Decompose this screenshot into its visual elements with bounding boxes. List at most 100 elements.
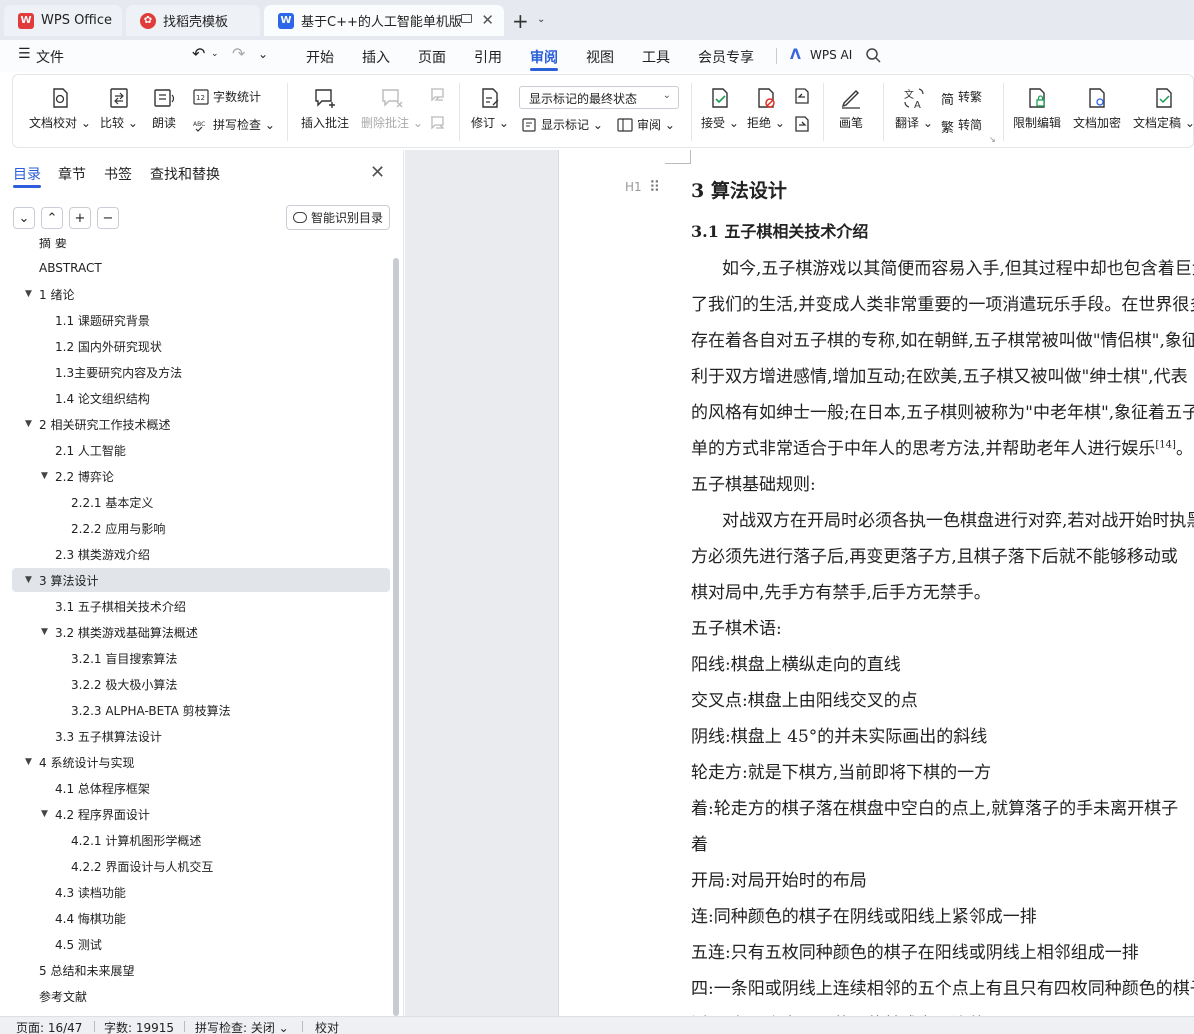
tab-document[interactable]: W 基于C++的人工智能单机版棋类游戏设计与实现 ✕: [264, 5, 504, 36]
paragraph-line[interactable]: 了我们的生活,并变成人类非常重要的一项消遣玩乐手段。在世界很多国家和地区: [691, 290, 1194, 315]
menu-home[interactable]: 开始: [306, 47, 334, 67]
toc-item[interactable]: 4.1 总体程序框架: [55, 776, 150, 800]
smart-toc-button[interactable]: 智能识别目录: [286, 205, 390, 230]
toc-item[interactable]: 摘 要: [39, 238, 67, 254]
document-page[interactable]: H1 ⠿ 3 算法设计 3.1 五子棋相关技术介绍 如今,五子棋游戏以其简便而容易入…: [558, 150, 1194, 1016]
toc-item[interactable]: 1.2 国内外研究现状: [55, 334, 162, 358]
read-aloud-button[interactable]: 朗读: [152, 86, 176, 131]
tab-templates[interactable]: ✿ 找稻壳模板: [126, 5, 260, 36]
doc-proofread-button[interactable]: 文档校对 ⌄: [29, 86, 91, 131]
menu-file[interactable]: 文件: [36, 47, 64, 67]
word-count-indicator[interactable]: 字数: 19915: [104, 1019, 174, 1034]
pane-tab-chapters[interactable]: 章节: [58, 164, 86, 184]
menu-insert[interactable]: 插入: [362, 47, 390, 67]
paragraph-line[interactable]: 四:一条阳或阴线上连续相邻的五个点上有且只有四枚同种颜色的棋子: [691, 974, 1194, 999]
menu-review[interactable]: 审阅: [530, 47, 558, 67]
more-chevron-icon[interactable]: ⌄: [258, 47, 268, 61]
toc-item[interactable]: 4.2 程序界面设计: [55, 802, 150, 826]
paragraph-line[interactable]: 如今,五子棋游戏以其简便而容易入手,但其过程中却也包含着巨大的变化,逐渐: [722, 254, 1194, 279]
paragraph-line[interactable]: 着:轮走方的棋子落在棋盘中空白的点上,就算落子的手未离开棋子: [691, 794, 1178, 819]
paragraph-line[interactable]: 连:同种颜色的棋子在阴线或阳线上紧邻成一排: [691, 902, 1037, 927]
paragraph-line[interactable]: 对战双方在开局时必须各执一色棋盘进行对弈,若对战开始时执黑: [722, 506, 1194, 531]
toc-item[interactable]: 3.3 五子棋算法设计: [55, 724, 162, 748]
paragraph-line[interactable]: 存在着各自对五子棋的专称,如在朝鲜,五子棋常被叫做"情侣棋",象征着: [691, 326, 1194, 351]
toc-item[interactable]: 2.2.1 基本定义: [71, 490, 153, 514]
toc-item[interactable]: 3.2.1 盲目搜索算法: [71, 646, 177, 670]
expand-caret-icon[interactable]: ▼: [25, 757, 32, 767]
close-tab-icon[interactable]: ✕: [481, 11, 494, 29]
expand-caret-icon[interactable]: ▼: [25, 419, 32, 429]
expand-down-button[interactable]: ⌄: [13, 207, 35, 229]
toc-item[interactable]: 4 系统设计与实现: [39, 750, 134, 774]
monitor-icon[interactable]: [461, 14, 472, 23]
paragraph-line[interactable]: 着: [691, 830, 708, 855]
next-revision-icon[interactable]: [793, 115, 811, 133]
paragraph-line[interactable]: 棋对局中,先手方有禁手,后手方无禁手。: [691, 578, 991, 603]
toc-item[interactable]: 4.5 测试: [55, 932, 102, 956]
expand-caret-icon[interactable]: ▼: [25, 289, 32, 299]
collapse-up-button[interactable]: ⌃: [41, 207, 63, 229]
page-indicator[interactable]: 页面: 16/47: [16, 1019, 82, 1034]
toc-item[interactable]: 3.2 棋类游戏基础算法概述: [55, 620, 198, 644]
search-icon[interactable]: [865, 47, 881, 63]
expand-caret-icon[interactable]: ▼: [41, 471, 48, 481]
paragraph-line[interactable]: 的风格有如绅士一般;在日本,五子棋则被称为"中老年棋",象征着五子棋: [691, 398, 1194, 423]
toc-item[interactable]: 5 总结和未来展望: [39, 958, 134, 982]
toc-item[interactable]: 1 绪论: [39, 282, 74, 306]
word-count-button[interactable]: 12 字数统计: [193, 88, 261, 105]
pen-button[interactable]: 画笔: [839, 86, 863, 131]
paragraph-line[interactable]: 五连:只有五枚同种颜色的棋子在阳线或阴线上相邻组成一排: [691, 938, 1139, 963]
paragraph-line[interactable]: 阳线:棋盘上横纵走向的直线: [691, 650, 901, 675]
heading-2[interactable]: 3 算法设计: [691, 176, 787, 203]
toc-item[interactable]: 1.3主要研究内容及方法: [55, 360, 182, 384]
pane-tab-find-replace[interactable]: 查找和替换: [150, 164, 220, 184]
toc-item[interactable]: 3.2.3 ALPHA-BETA 剪枝算法: [71, 698, 231, 722]
previous-comment-icon[interactable]: [429, 87, 447, 105]
toc-item[interactable]: 2 相关研究工作技术概述: [39, 412, 170, 436]
revise-button[interactable]: 修订 ⌄: [471, 86, 509, 131]
pane-tab-toc[interactable]: 目录: [13, 164, 41, 184]
show-markup-button[interactable]: 显示标记 ⌄: [521, 116, 603, 133]
toc-item[interactable]: 1.4 论文组织结构: [55, 386, 150, 410]
heading-level-icon[interactable]: H1: [625, 180, 642, 194]
toc-item[interactable]: 4.4 悔棋功能: [55, 906, 126, 930]
pane-tab-bookmarks[interactable]: 书签: [104, 164, 132, 184]
add-heading-button[interactable]: +: [69, 207, 91, 229]
paragraph-line[interactable]: 单的方式非常适合于中年人的思考方法,并帮助老年人进行娱乐[14]。: [691, 434, 1193, 459]
toc-item[interactable]: 参考文献: [39, 984, 87, 1008]
drag-handle-icon[interactable]: ⠿: [649, 178, 660, 196]
review-pane-button[interactable]: 审阅 ⌄: [617, 116, 675, 133]
tab-wps-office[interactable]: W WPS Office: [4, 5, 122, 36]
accept-button[interactable]: 接受 ⌄: [701, 86, 739, 131]
insert-comment-button[interactable]: 插入批注: [301, 86, 349, 131]
spell-check-button[interactable]: ABC 拼写检查 ⌄: [193, 116, 275, 133]
doc-encrypt-button[interactable]: 文档加密: [1073, 86, 1121, 131]
toc-item[interactable]: ABSTRACT: [39, 256, 102, 280]
remove-heading-button[interactable]: −: [97, 207, 119, 229]
menu-member[interactable]: 会员专享: [698, 47, 754, 67]
toc-item[interactable]: 2.3 棋类游戏介绍: [55, 542, 150, 566]
paragraph-line[interactable]: 五子棋基础规则:: [691, 470, 816, 495]
toc-item[interactable]: 4.3 读档功能: [55, 880, 126, 904]
translate-button[interactable]: 文A 翻译 ⌄: [895, 86, 933, 131]
menu-tools[interactable]: 工具: [642, 47, 670, 67]
dialog-launcher-icon[interactable]: ↘: [989, 135, 996, 144]
paragraph-line[interactable]: 利于双方增进感情,增加互动;在欧美,五子棋又被叫做"绅士棋",代表: [691, 362, 1188, 387]
expand-caret-icon[interactable]: ▼: [41, 809, 48, 819]
menu-reference[interactable]: 引用: [474, 47, 502, 67]
to-traditional-button[interactable]: 简 转繁: [941, 88, 982, 108]
restrict-edit-button[interactable]: 限制编辑: [1013, 86, 1061, 131]
paragraph-line[interactable]: 方必须先进行落子后,再变更落子方,且棋子落下后就不能够移动或: [691, 542, 1178, 567]
delete-comment-button[interactable]: 删除批注 ⌄: [361, 86, 423, 131]
chevron-down-icon[interactable]: ⌄: [211, 49, 219, 59]
toc-item[interactable]: 4.2.1 计算机图形学概述: [71, 828, 201, 852]
expand-caret-icon[interactable]: ▼: [41, 627, 48, 637]
toc-item[interactable]: 4.2.2 界面设计与人机交互: [71, 854, 213, 878]
paragraph-line[interactable]: 五子棋术语:: [691, 614, 782, 639]
toc-item[interactable]: 2.2 博弈论: [55, 464, 114, 488]
to-simplified-button[interactable]: 繁 转简: [941, 116, 982, 136]
hamburger-icon[interactable]: ☰: [18, 46, 31, 62]
chevron-down-icon[interactable]: ⌄: [537, 14, 545, 25]
toc-item[interactable]: 3.2.2 极大极小算法: [71, 672, 177, 696]
toc-scrollbar[interactable]: [393, 258, 399, 1016]
